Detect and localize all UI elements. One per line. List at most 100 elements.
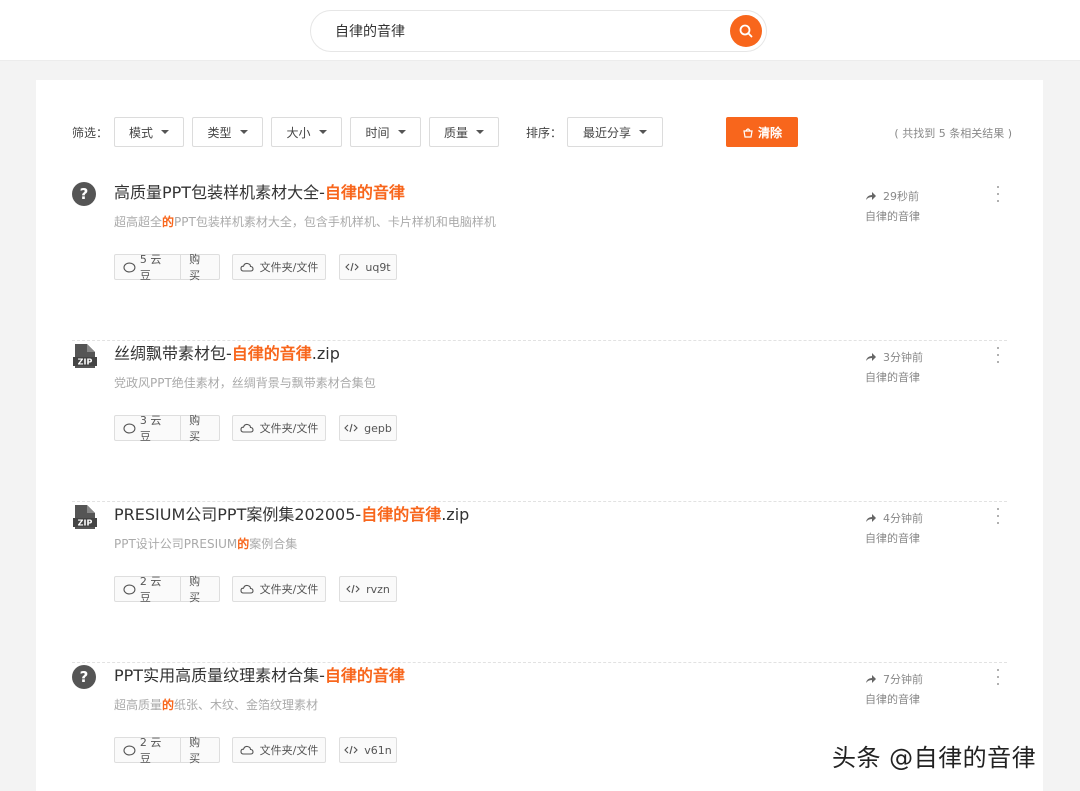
dropdown-label: 最近分享 [582, 125, 631, 140]
code-icon [344, 745, 359, 755]
sort-label: 排序： [526, 126, 563, 140]
share-time-text: 7分钟前 [883, 673, 923, 686]
bean-icon [123, 422, 136, 434]
code-tag[interactable]: v61n [339, 737, 397, 763]
share-arrow-icon [866, 514, 876, 522]
result-count: ( 共找到 5 条相关结果 ) [894, 127, 1012, 140]
share-user[interactable]: 自律的音律 [865, 530, 920, 546]
filter-mode-dropdown[interactable]: 模式 [114, 117, 184, 147]
result-item: ZIP PRESIUM公司PPT案例集202005-自律的音律.zip PPT设… [72, 502, 1007, 663]
result-title[interactable]: PRESIUM公司PPT案例集202005-自律的音律.zip [114, 502, 469, 528]
code-icon [346, 584, 360, 594]
dropdown-label: 类型 [207, 125, 232, 140]
basket-icon [743, 128, 753, 138]
price-value: 3 云豆 [139, 414, 162, 443]
title-text: 高质量PPT包装样机素材大全- [114, 183, 325, 202]
dropdown-label: 大小 [286, 125, 311, 140]
dropdown-label: 质量 [443, 125, 468, 140]
share-user[interactable]: 自律的音律 [865, 369, 920, 385]
share-code: rvzn [366, 582, 390, 596]
share-code: gepb [364, 421, 392, 435]
title-highlight: 自律的音律 [324, 183, 405, 202]
folder-tag[interactable]: 文件夹/文件 [232, 415, 326, 441]
buy-button[interactable]: 购买 [181, 573, 219, 605]
filter-bar: 筛选： 模式 类型 大小 时间 质量 排序： 最近分享 清除 ( 共找到 5 条… [72, 117, 1012, 147]
dropdown-label: 模式 [128, 125, 153, 140]
filter-quality-dropdown[interactable]: 质量 [429, 117, 499, 147]
more-icon[interactable] [995, 186, 1001, 202]
filter-label: 筛选： [72, 126, 109, 140]
result-title[interactable]: 高质量PPT包装样机素材大全-自律的音律 [114, 180, 405, 206]
title-highlight: 自律的音律 [324, 666, 405, 685]
price-tag: 2 云豆 购买 [114, 734, 220, 766]
search-button[interactable] [730, 15, 762, 47]
cloud-icon [240, 584, 254, 594]
caret-down-icon [476, 130, 484, 134]
svg-text:ZIP: ZIP [78, 519, 93, 528]
clear-button[interactable]: 清除 [726, 117, 798, 147]
more-icon[interactable] [995, 508, 1001, 524]
cloud-icon [240, 745, 254, 755]
share-user[interactable]: 自律的音律 [865, 208, 920, 224]
filter-type-dropdown[interactable]: 类型 [192, 117, 263, 147]
title-suffix: .zip [441, 505, 470, 524]
share-time-text: 29秒前 [883, 190, 919, 203]
search-icon [739, 24, 753, 38]
desc-text: PPT设计公司PRESIUM [114, 537, 238, 551]
bean-icon [123, 583, 136, 595]
zip-icon: ZIP [72, 343, 98, 369]
code-tag[interactable]: gepb [339, 415, 397, 441]
price-value: 2 云豆 [139, 575, 162, 604]
more-icon[interactable] [995, 347, 1001, 363]
result-title[interactable]: PPT实用高质量纹理素材合集-自律的音律 [114, 663, 405, 689]
code-icon [345, 262, 360, 272]
share-time-text: 3分钟前 [883, 351, 923, 364]
code-tag[interactable]: uq9t [339, 254, 397, 280]
share-arrow-icon [866, 192, 876, 200]
share-code: v61n [364, 743, 392, 757]
more-icon[interactable] [995, 669, 1001, 685]
result-description: PPT设计公司PRESIUM的案例合集 [114, 535, 297, 552]
title-text: PPT实用高质量纹理素材合集- [114, 666, 325, 685]
desc-highlight: 的 [162, 698, 175, 712]
title-suffix: .zip [311, 344, 340, 363]
desc-text: PPT包装样机素材大全，包含手机样机、卡片样机和电脑样机 [174, 215, 496, 229]
title-text: PRESIUM公司PPT案例集202005- [114, 505, 362, 524]
buy-button[interactable]: 购买 [181, 251, 219, 283]
clear-button-label: 清除 [757, 125, 782, 140]
desc-text: 超高超全 [114, 215, 163, 229]
search-box [310, 10, 767, 52]
caret-down-icon [639, 130, 647, 134]
caret-down-icon [239, 130, 248, 134]
bean-icon [123, 744, 136, 756]
search-input[interactable] [335, 19, 715, 43]
filter-size-dropdown[interactable]: 大小 [271, 117, 342, 147]
buy-button[interactable]: 购买 [181, 734, 219, 766]
share-time: 29秒前 [865, 188, 919, 204]
cloud-icon [240, 262, 254, 272]
share-user[interactable]: 自律的音律 [865, 691, 920, 707]
buy-button[interactable]: 购买 [181, 412, 219, 444]
question-icon: ? [72, 665, 98, 691]
bean-icon [123, 261, 136, 273]
price-value: 5 云豆 [139, 253, 162, 282]
desc-highlight: 的 [162, 215, 175, 229]
share-time: 4分钟前 [865, 510, 923, 526]
caret-down-icon [397, 130, 406, 134]
filter-time-dropdown[interactable]: 时间 [350, 117, 421, 147]
title-highlight: 自律的音律 [231, 344, 312, 363]
folder-tag[interactable]: 文件夹/文件 [232, 576, 326, 602]
sort-dropdown[interactable]: 最近分享 [567, 117, 663, 147]
desc-text: 党政风PPT绝佳素材，丝绸背景与飘带素材合集包 [114, 376, 376, 390]
result-title[interactable]: 丝绸飘带素材包-自律的音律.zip [114, 341, 340, 367]
folder-tag[interactable]: 文件夹/文件 [232, 737, 326, 763]
share-code: uq9t [365, 260, 391, 274]
question-icon: ? [72, 182, 98, 208]
folder-tag[interactable]: 文件夹/文件 [232, 254, 326, 280]
code-tag[interactable]: rvzn [339, 576, 397, 602]
result-item: ZIP 丝绸飘带素材包-自律的音律.zip 党政风PPT绝佳素材，丝绸背景与飘带… [72, 341, 1007, 502]
desc-highlight: 的 [237, 537, 250, 551]
title-highlight: 自律的音律 [361, 505, 442, 524]
zip-icon: ZIP [72, 504, 98, 530]
result-description: 超高质量的纸张、木纹、金箔纹理素材 [114, 696, 318, 713]
